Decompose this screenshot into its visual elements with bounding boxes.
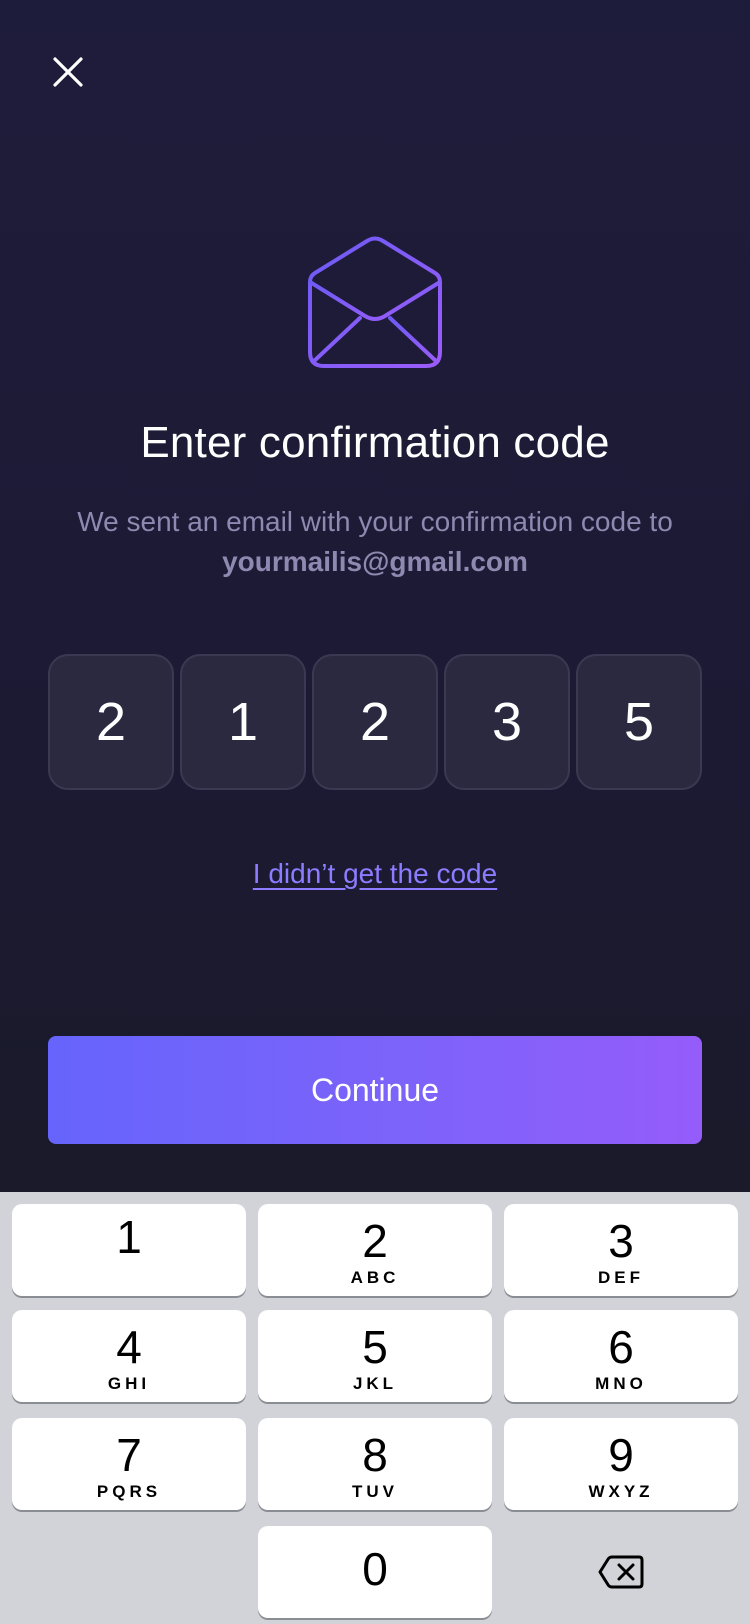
key-letters: ABC	[350, 1268, 400, 1287]
close-button[interactable]	[48, 52, 88, 92]
key-9[interactable]: 9 WXYZ	[504, 1418, 738, 1510]
key-8[interactable]: 8 TUV	[258, 1418, 492, 1510]
key-3[interactable]: 3 DEF	[504, 1204, 738, 1296]
page-title: Enter confirmation code	[140, 418, 610, 467]
code-input-row[interactable]: 2 1 2 3 5	[48, 654, 702, 790]
key-number: 6	[608, 1321, 634, 1373]
code-digit-5[interactable]: 5	[576, 654, 702, 790]
backspace-icon	[598, 1555, 644, 1589]
code-digit-2[interactable]: 1	[180, 654, 306, 790]
key-letters: DEF	[598, 1268, 644, 1287]
key-number: 9	[608, 1429, 634, 1481]
key-letters: MNO	[595, 1374, 647, 1393]
key-letters: WXYZ	[588, 1482, 654, 1501]
subtitle: We sent an email with your confirmation …	[40, 502, 710, 582]
resend-code-link[interactable]: I didn’t get the code	[0, 858, 750, 890]
key-number: 0	[362, 1543, 388, 1595]
key-2[interactable]: 2 ABC	[258, 1204, 492, 1296]
key-6[interactable]: 6 MNO	[504, 1310, 738, 1402]
code-digit-4[interactable]: 3	[444, 654, 570, 790]
continue-button[interactable]: Continue	[48, 1036, 702, 1144]
key-7[interactable]: 7 PQRS	[12, 1418, 246, 1510]
code-digit-3[interactable]: 2	[312, 654, 438, 790]
key-number: 4	[116, 1321, 142, 1373]
key-number: 2	[362, 1215, 388, 1267]
key-letters: JKL	[352, 1374, 398, 1393]
code-digit-1[interactable]: 2	[48, 654, 174, 790]
subtitle-text: We sent an email with your confirmation …	[77, 506, 673, 537]
key-0[interactable]: 0	[258, 1526, 492, 1618]
key-number: 1	[116, 1211, 142, 1263]
key-letters: TUV	[352, 1482, 398, 1501]
confirmation-screen: Enter confirmation code We sent an email…	[0, 0, 750, 1192]
key-number: 3	[608, 1215, 634, 1267]
email-address: yourmailis@gmail.com	[222, 546, 528, 577]
key-number: 8	[362, 1429, 388, 1481]
key-letters: GHI	[107, 1374, 151, 1393]
close-icon	[53, 57, 83, 87]
key-4[interactable]: 4 GHI	[12, 1310, 246, 1402]
key-letters: PQRS	[96, 1482, 162, 1501]
key-5[interactable]: 5 JKL	[258, 1310, 492, 1402]
key-number: 5	[362, 1321, 388, 1373]
backspace-key[interactable]	[504, 1526, 738, 1618]
envelope-open-icon	[308, 236, 442, 368]
key-number: 7	[116, 1429, 142, 1481]
key-1[interactable]: 1	[12, 1204, 246, 1296]
